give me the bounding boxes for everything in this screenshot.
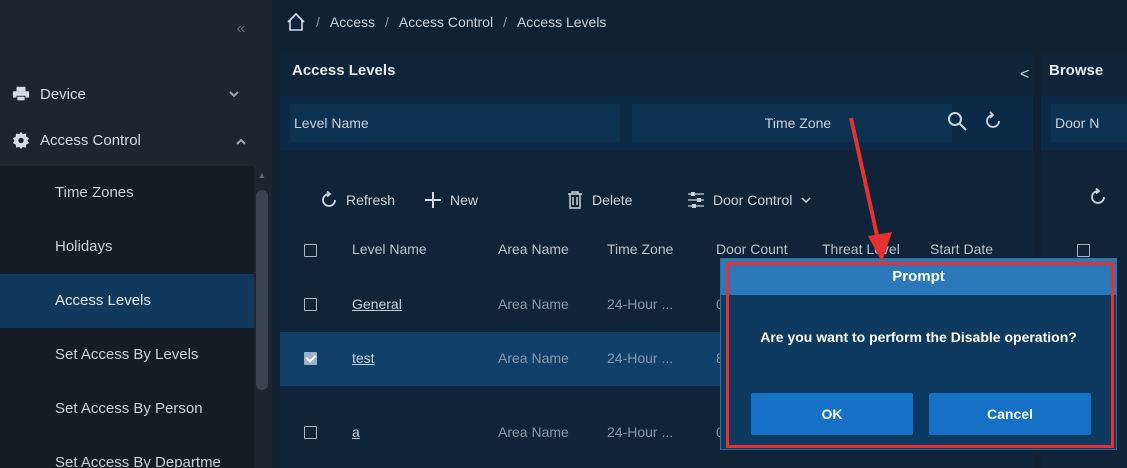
sidebar-menu-label: Device [40,85,86,103]
scroll-up-icon[interactable]: ▲ [257,170,267,180]
time-zone-cell: 24-Hour ... [607,296,674,312]
delete-label: Delete [592,192,633,208]
chevron-down-icon [229,91,239,98]
sidebar-item-set-access-by-department[interactable]: Set Access By Departme [0,436,254,468]
area-name-cell: Area Name [498,424,569,440]
refresh-label: Refresh [346,192,396,208]
search-bar: Level Name Time Zone [280,96,1033,150]
level-name-field[interactable]: Level Name [290,104,620,142]
sidebar-item-access-levels[interactable]: Access Levels [0,274,254,328]
breadcrumb-item-access-control[interactable]: Access Control [399,14,493,30]
breadcrumb-item-access-levels: Access Levels [516,14,607,30]
trash-icon [568,191,582,209]
time-zone-label: Time Zone [764,115,832,131]
plus-icon [425,192,441,208]
sidebar: « Device Access Control Time Zones Holid… [0,0,272,468]
gear-icon [12,131,30,149]
time-zone-cell: 24-Hour ... [607,350,674,366]
sidebar-menu-label: Access Control [40,131,141,149]
column-header-level-name[interactable]: Level Name [352,241,427,257]
breadcrumb-separator: / [316,14,320,30]
sidebar-item-set-access-by-levels[interactable]: Set Access By Levels [0,328,254,382]
row-checkbox[interactable] [304,352,317,365]
refresh-icon [322,191,336,207]
area-name-cell: Area Name [498,350,569,366]
door-name-field[interactable]: Door N [1051,104,1127,142]
door-control-label: Door Control [713,192,793,208]
door-control-dropdown[interactable]: Door Control [687,184,812,216]
reset-icon[interactable] [982,110,1004,132]
refresh-icon[interactable] [1089,188,1107,206]
level-name-link[interactable]: a [352,424,360,440]
panel-collapse-icon[interactable]: < [1020,66,1029,84]
browse-title: Browse [1049,62,1104,79]
printer-icon [12,86,30,102]
search-icon[interactable] [946,110,968,132]
door-control-icon [688,192,704,208]
page-title: Access Levels [292,62,396,79]
browse-select-all-checkbox[interactable] [1077,244,1090,257]
area-name-cell: Area Name [498,296,569,312]
sidebar-collapse-icon[interactable]: « [230,18,252,40]
sidebar-item-time-zones[interactable]: Time Zones [0,166,254,220]
sidebar-item-set-access-by-person[interactable]: Set Access By Person [0,382,254,436]
sidebar-menu-access-control[interactable]: Access Control [0,114,272,166]
breadcrumb-item-access[interactable]: Access [330,14,375,30]
sidebar-item-holidays[interactable]: Holidays [0,220,254,274]
level-name-link[interactable]: test [352,350,375,366]
column-header-door-count[interactable]: Door Count [716,241,788,257]
row-checkbox[interactable] [304,426,317,439]
new-button[interactable]: New [424,184,478,216]
select-all-checkbox[interactable] [304,244,317,257]
level-name-link[interactable]: General [352,296,402,312]
time-zone-cell: 24-Hour ... [607,424,674,440]
sidebar-scrollbar-thumb[interactable] [256,190,268,390]
column-header-start-date[interactable]: Start Date [930,241,993,257]
breadcrumb: / Access / Access Control / Access Level… [280,0,1127,44]
annotation-highlight-box [726,262,1114,448]
column-header-time-zone[interactable]: Time Zone [607,241,673,257]
column-header-threat-level[interactable]: Threat Level [822,241,900,257]
sidebar-submenu: Time Zones Holidays Access Levels Set Ac… [0,166,254,468]
time-zone-field[interactable]: Time Zone [632,104,952,142]
refresh-button[interactable]: Refresh [320,184,395,216]
breadcrumb-separator: / [503,14,507,30]
sidebar-menu-device[interactable]: Device [0,68,272,120]
row-checkbox[interactable] [304,298,317,311]
chevron-up-icon [236,138,246,145]
browse-search-bar: Door N [1041,96,1127,150]
home-icon[interactable] [286,12,306,32]
new-label: New [450,192,479,208]
chevron-down-icon [801,197,811,204]
breadcrumb-separator: / [385,14,389,30]
toolbar: Refresh New Delete Door Control [280,184,1033,216]
column-header-area-name[interactable]: Area Name [498,241,569,257]
delete-button[interactable]: Delete [566,184,632,216]
